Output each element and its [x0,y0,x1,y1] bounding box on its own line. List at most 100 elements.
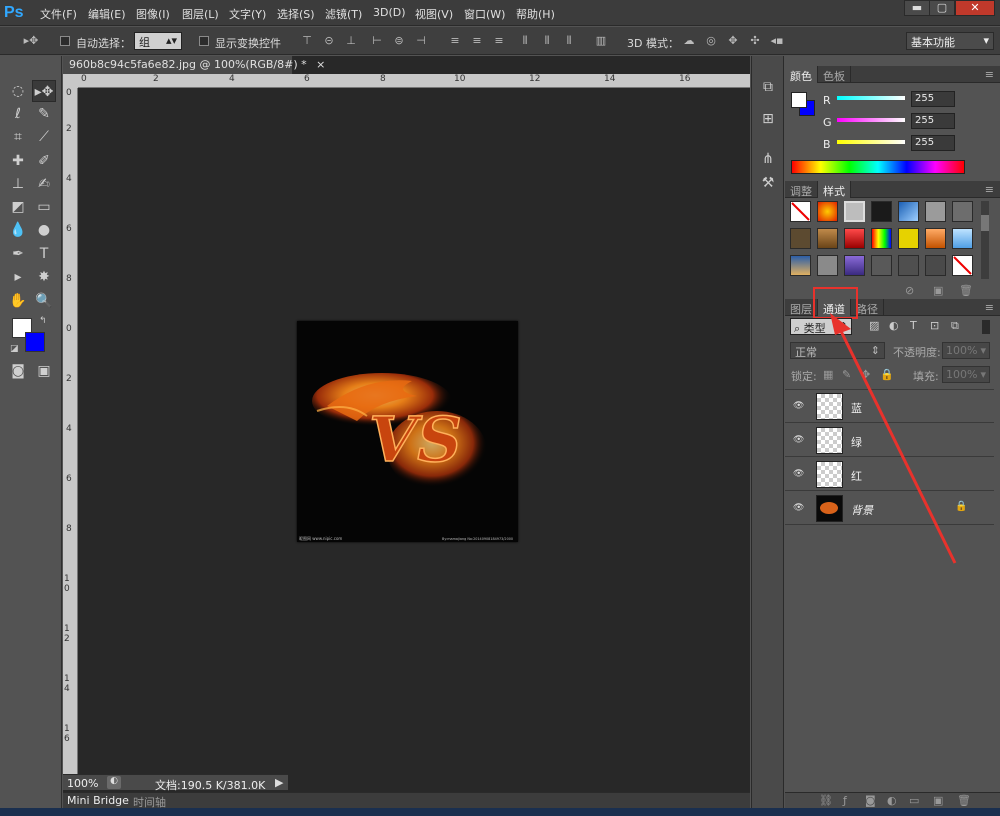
filter-toggle[interactable] [982,320,990,334]
style-swatch[interactable] [952,201,973,222]
shape-tool-icon[interactable]: ✸ [32,266,56,288]
eyedropper-tool-icon[interactable]: ⟋ [32,126,56,148]
menu-help[interactable]: 帮助(H) [516,6,555,22]
tab-mini-bridge[interactable]: Mini Bridge [67,794,129,807]
style-swatch[interactable] [871,228,892,249]
delete-layer-icon[interactable]: 🗑 [957,794,971,807]
history-brush-icon[interactable]: ✍ [32,173,56,195]
style-swatch[interactable] [817,201,838,222]
new-style-icon[interactable]: ▣ [933,284,943,297]
color-spectrum-bar[interactable] [791,160,965,174]
channel-b-slider[interactable] [837,140,905,144]
style-swatch[interactable] [898,255,919,276]
style-swatch[interactable] [898,201,919,222]
close-button[interactable]: ✕ [955,0,995,16]
status-options-icon[interactable]: ◐ [107,776,121,789]
show-transform-checkbox[interactable] [199,36,209,46]
color-foreground-swatch[interactable] [791,92,807,108]
distribute-bottom-icon[interactable]: ≡ [492,34,506,48]
align-bottom-icon[interactable]: ⊥ [344,34,358,48]
style-swatch[interactable] [790,255,811,276]
image-canvas[interactable]: VS 昵图网 www.nipic.com By:mamajiang No:201… [297,321,518,542]
type-tool-icon[interactable]: T [32,243,56,265]
align-hcenter-icon[interactable]: ⊜ [392,34,406,48]
move-tool-icon[interactable]: ▸✥ [32,80,56,102]
vertical-ruler[interactable]: 0 2 4 6 8 0 2 4 6 8 1 0 1 2 1 4 1 6 [63,88,78,774]
history-panel-icon[interactable]: ⧉ [756,76,780,98]
scale-3d-icon[interactable]: ◂▪ [770,34,784,48]
distribute-vcenter-icon[interactable]: ≡ [470,34,484,48]
default-colors-icon[interactable]: ◪ [10,344,19,354]
clear-style-icon[interactable]: ⊘ [905,284,914,297]
panel-menu-icon[interactable]: ≡ [985,301,994,314]
properties-panel-icon[interactable]: ⊞ [756,108,780,130]
brush-presets-icon[interactable]: ⋔ [756,148,780,170]
auto-select-dropdown[interactable]: 组 ▴▾ [134,32,182,50]
eraser-tool-icon[interactable]: ◩ [6,196,30,218]
style-swatch-none[interactable] [790,201,811,222]
style-swatch[interactable] [790,228,811,249]
menu-file[interactable]: 文件(F) [40,6,77,22]
tab-adjustments[interactable]: 调整 [785,181,818,198]
menu-3d[interactable]: 3D(D) [373,6,406,19]
status-menu-arrow-icon[interactable]: ▶ [275,776,283,789]
auto-align-icon[interactable]: ▥ [594,34,608,48]
roll-3d-icon[interactable]: ◎ [704,34,718,48]
align-top-icon[interactable]: ⊤ [300,34,314,48]
slide-3d-icon[interactable]: ✣ [748,34,762,48]
menu-select[interactable]: 选择(S) [277,6,315,22]
close-tab-icon[interactable]: × [316,58,325,71]
clone-stamp-icon[interactable]: ⊥ [6,173,30,195]
minimize-button[interactable]: ▬ [904,0,930,16]
tab-swatches[interactable]: 色板 [818,66,851,83]
channel-r-slider[interactable] [837,96,905,100]
new-layer-icon[interactable]: ▣ [933,794,943,807]
swap-colors-icon[interactable]: ↰ [39,316,47,326]
distribute-top-icon[interactable]: ≡ [448,34,462,48]
add-mask-icon[interactable]: ◙ [865,794,876,807]
new-adjustment-icon[interactable]: ◐ [887,794,897,807]
move-tool-preset-icon[interactable]: ▸✥ [18,34,44,48]
channel-b-value[interactable]: 255 [911,135,955,151]
link-layers-icon[interactable]: ⛓ [819,794,833,807]
auto-select-checkbox[interactable] [60,36,70,46]
rotate-3d-icon[interactable]: ☁ [682,34,696,48]
blur-tool-icon[interactable]: 💧 [6,219,30,241]
style-swatch[interactable] [817,228,838,249]
eye-icon[interactable]: 👁 [793,503,805,513]
pen-tool-icon[interactable]: ✒ [6,243,30,265]
quick-select-tool-icon[interactable]: ✎ [32,103,56,125]
background-color-swatch[interactable] [25,332,45,352]
zoom-level[interactable]: 100% [67,777,98,790]
quick-mask-icon[interactable]: ◙ [6,360,30,382]
style-swatch[interactable] [952,228,973,249]
channel-r-value[interactable]: 255 [911,91,955,107]
screen-mode-icon[interactable]: ▣ [32,360,56,382]
lasso-tool-icon[interactable]: ℓ [6,103,30,125]
menu-view[interactable]: 视图(V) [415,6,453,22]
style-swatch[interactable] [925,201,946,222]
brush-tool-icon[interactable]: ✐ [32,150,56,172]
panel-menu-icon[interactable]: ≡ [985,68,994,81]
healing-brush-icon[interactable]: ✚ [6,150,30,172]
styles-scrollbar[interactable] [981,201,989,279]
style-swatch-none[interactable] [952,255,973,276]
hand-tool-icon[interactable]: ✋ [6,290,30,312]
crop-tool-icon[interactable]: ⌗ [6,126,30,148]
style-swatch[interactable] [844,255,865,276]
delete-style-icon[interactable]: 🗑 [959,284,973,297]
eye-icon[interactable]: 👁 [793,435,805,445]
path-select-icon[interactable]: ▸ [6,266,30,288]
distribute-right-icon[interactable]: ⫴ [562,34,576,48]
menu-window[interactable]: 窗口(W) [464,6,505,22]
align-left-icon[interactable]: ⊢ [370,34,384,48]
fx-icon[interactable]: ƒ [843,794,847,807]
tab-color[interactable]: 颜色 [785,66,818,83]
channel-g-value[interactable]: 255 [911,113,955,129]
document-tab[interactable]: 960b8c94c5fa6e82.jpg @ 100%(RGB/8#) * × [63,56,325,74]
drag-3d-icon[interactable]: ✥ [726,34,740,48]
menu-type[interactable]: 文字(Y) [229,6,266,22]
menu-layer[interactable]: 图层(L) [182,6,219,22]
menu-edit[interactable]: 编辑(E) [88,6,126,22]
dodge-tool-icon[interactable]: ● [32,219,56,241]
